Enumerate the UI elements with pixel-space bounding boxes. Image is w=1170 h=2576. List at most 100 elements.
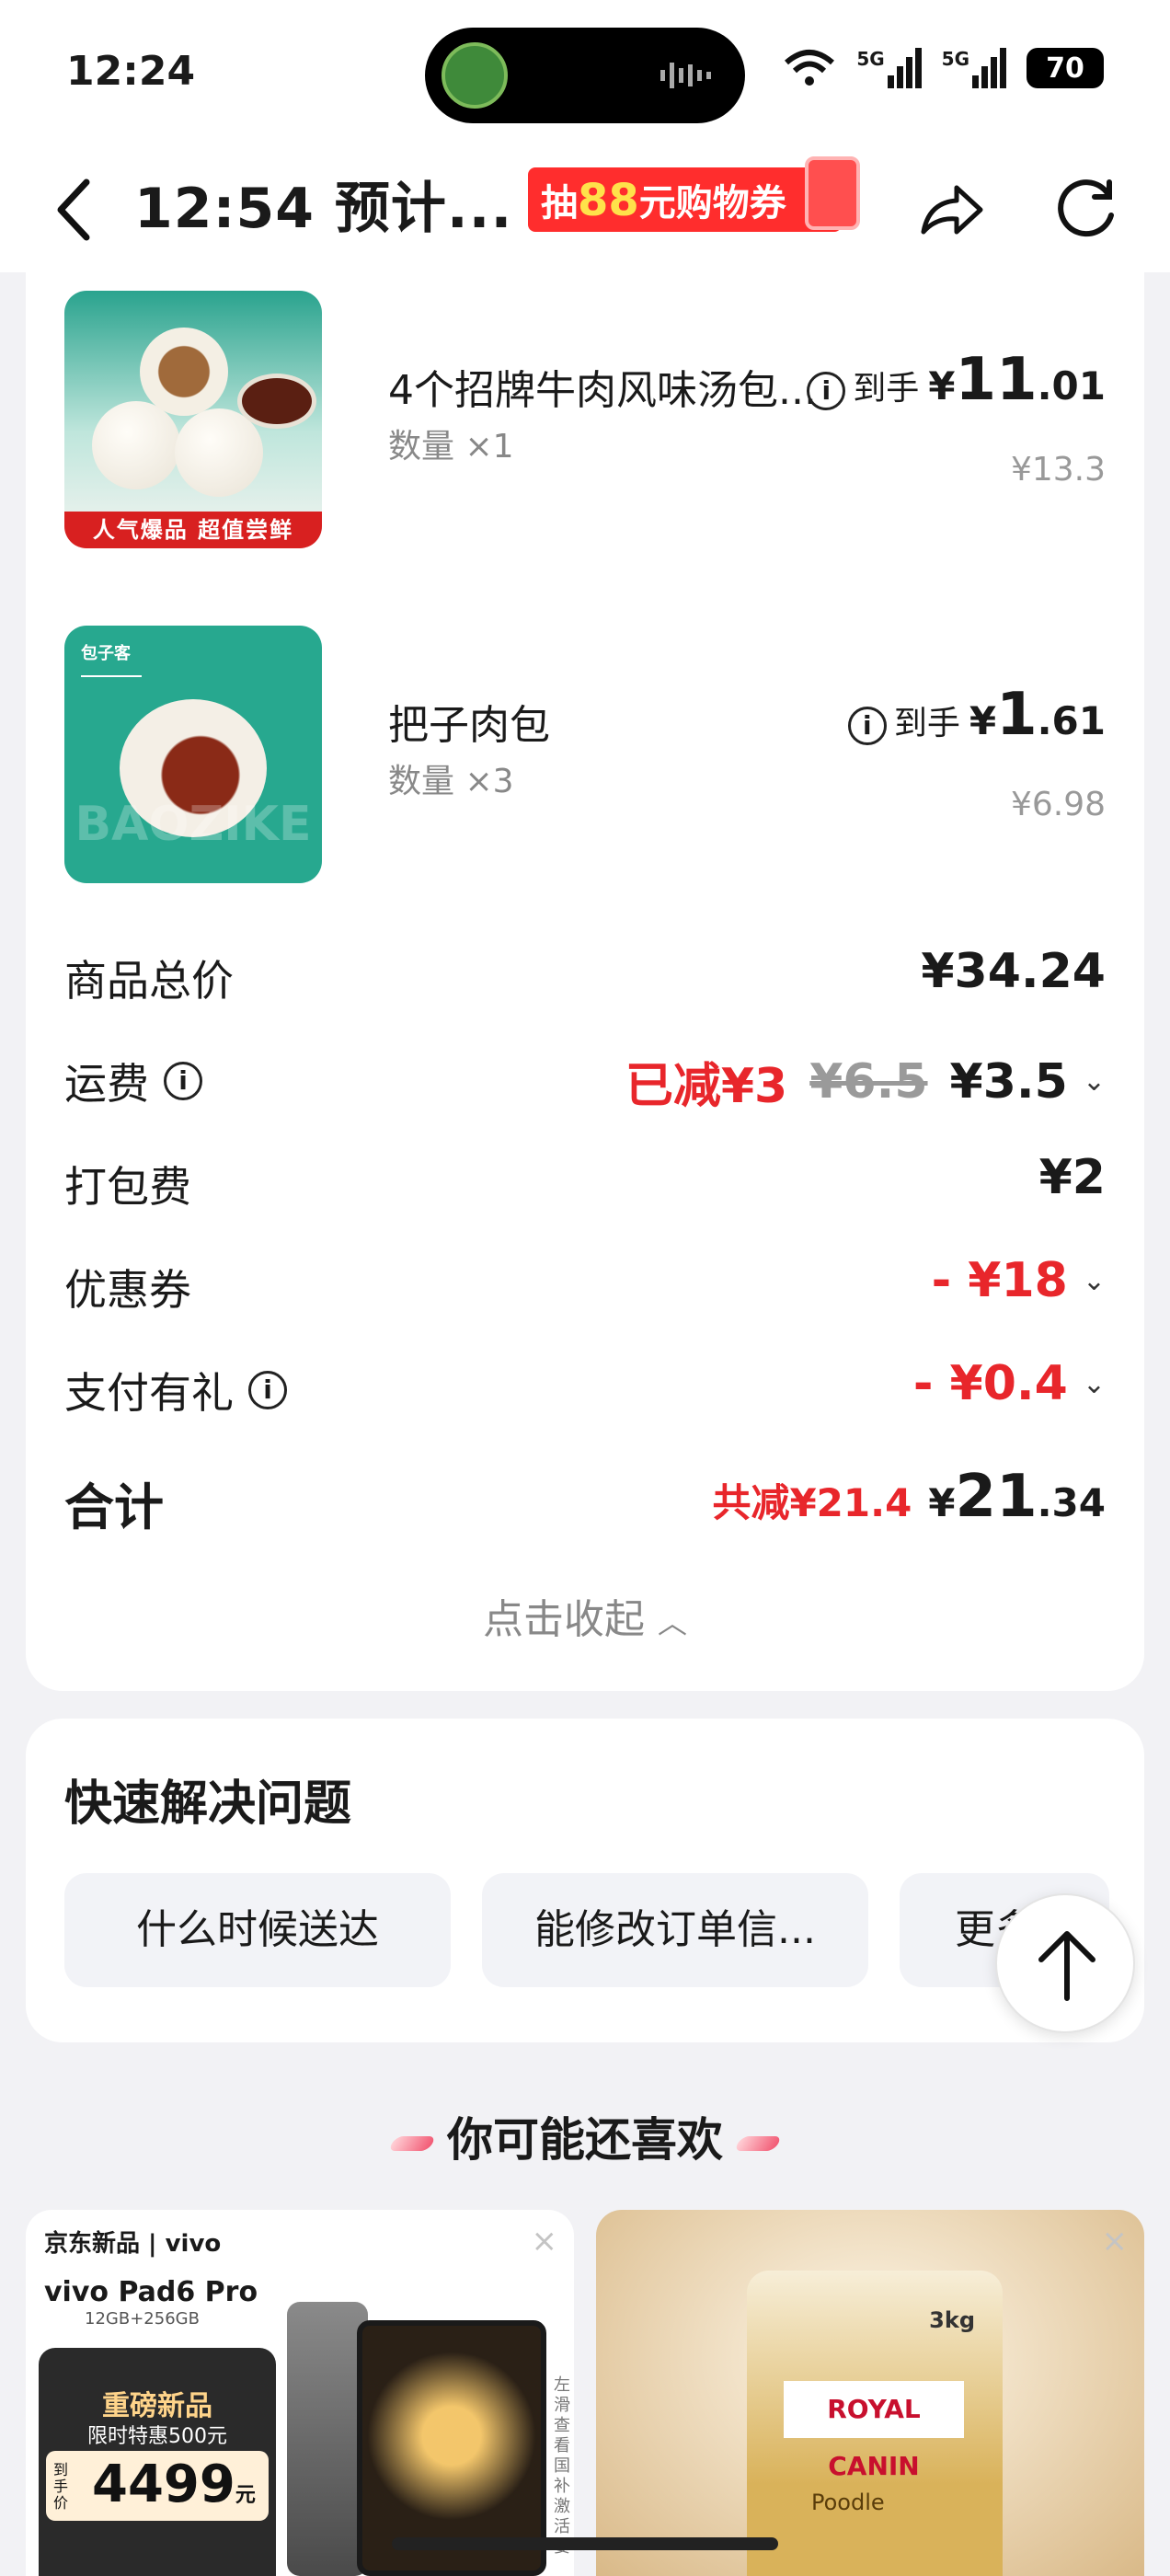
ad-brand: 京东新品 | vivo — [44, 2230, 222, 2258]
close-icon[interactable]: × — [1102, 2223, 1129, 2260]
navbar: 12:54 预计... 抽88元购物券 — [0, 147, 1170, 272]
price-prefix: 到手 — [893, 705, 960, 742]
recommend-title: 你可能还喜欢 — [0, 2103, 1170, 2169]
status-time: 12:24 — [66, 48, 196, 95]
chevron-down-icon: ⌄ — [1082, 1065, 1106, 1098]
packing-fee-row: 打包费 ¥2 — [64, 1143, 1106, 1216]
delivery-fee-value: ¥3.5 — [949, 1053, 1068, 1110]
signal-icon: 5G — [856, 48, 922, 88]
goods-total-label: 商品总价 — [64, 956, 234, 1006]
promo-suffix: 元购物券 — [638, 182, 786, 224]
price-integer: 1 — [996, 681, 1038, 749]
close-icon[interactable]: × — [532, 2223, 558, 2260]
currency-symbol: ¥ — [969, 698, 997, 743]
product-image: 包子客 BAOZIKE — [64, 626, 322, 883]
product-image: 人气爆品 超值尝鲜 — [64, 291, 322, 548]
total-saved: 共减¥21.4 — [712, 1480, 912, 1525]
tablet-image — [287, 2302, 368, 2576]
image-watermark: BAOZIKE — [75, 797, 312, 852]
item-quantity: 数量 ×3 — [388, 763, 514, 800]
order-item[interactable]: 人气爆品 超值尝鲜 4个招牌牛肉风味汤包... 数量 ×1 i 到手 ¥ 11 … — [64, 291, 1106, 548]
promo-box: 重磅新品 限时特惠500元 到手价 4499元 — [39, 2348, 276, 2576]
side-hint: 左滑查看国补激活要 — [554, 2375, 570, 2557]
delivery-fee-label: 运费 — [64, 1059, 149, 1109]
info-icon[interactable]: i — [164, 1062, 202, 1100]
item-original-price: ¥13.3 — [1010, 451, 1106, 489]
price-decimal: .01 — [1037, 363, 1106, 408]
signal-label: 5G — [856, 48, 885, 70]
pay-gift-value: - ¥0.4 — [912, 1356, 1068, 1411]
share-icon[interactable] — [916, 175, 986, 245]
item-final-price: i 到手 ¥ 11 .01 — [807, 346, 1106, 414]
coupon-label: 优惠券 — [64, 1265, 191, 1315]
coupon-value: - ¥18 — [931, 1253, 1068, 1308]
price-integer: 11 — [955, 346, 1038, 414]
item-quantity: 数量 ×1 — [388, 428, 514, 466]
image-banner: 人气爆品 超值尝鲜 — [64, 512, 322, 548]
collapse-button[interactable]: 点击收起 ︿ — [26, 1586, 1144, 1645]
chevron-down-icon: ⌄ — [1082, 1264, 1106, 1297]
home-indicator[interactable] — [392, 2537, 778, 2550]
collapse-label: 点击收起 — [482, 1596, 645, 1643]
order-detail-card: 人气爆品 超值尝鲜 4个招牌牛肉风味汤包... 数量 ×1 i 到手 ¥ 11 … — [26, 272, 1144, 1691]
recommend-card[interactable]: 京东新品 | vivo × vivo Pad6 Pro 12GB+256GB 重… — [26, 2210, 574, 2576]
delivery-fee-row[interactable]: 运费 i 已减¥3 ¥6.5 ¥3.5 ⌄ — [64, 1040, 1106, 1115]
quick-help-card: 快速解决问题 什么时候送达 能修改订单信... 更多 — [26, 1719, 1144, 2042]
total-row: 合计 共减¥21.4 ¥ 21 .34 — [64, 1455, 1106, 1544]
recommend-card[interactable]: × 3kg ROYAL CANIN Poodle — [596, 2210, 1144, 2576]
product-price: 4499元 — [92, 2455, 256, 2514]
product-name: vivo Pad6 Pro — [44, 2276, 258, 2308]
product-spec: 12GB+256GB — [85, 2309, 200, 2329]
wifi-icon — [785, 50, 835, 86]
quick-help-button[interactable]: 能修改订单信... — [482, 1873, 868, 1987]
total-decimal: .34 — [1037, 1480, 1106, 1525]
item-name: 把子肉包 — [388, 702, 550, 749]
info-icon[interactable]: i — [847, 707, 887, 745]
recommend-title-text: 你可能还喜欢 — [447, 2113, 723, 2167]
bag-kind: Poodle — [811, 2490, 885, 2515]
delivery-original-fee: ¥6.5 — [809, 1053, 928, 1110]
item-name: 4个招牌牛肉风味汤包... — [388, 367, 817, 414]
page-title: 12:54 预计... — [134, 177, 513, 241]
status-bar: 12:24 5G 5G 70 — [0, 0, 1170, 147]
refresh-icon[interactable] — [1052, 175, 1122, 245]
item-final-price: i 到手 ¥ 1 .61 — [847, 681, 1106, 749]
chevron-up-icon: ︿ — [657, 1605, 687, 1640]
bag-weight: 3kg — [929, 2307, 975, 2333]
back-icon[interactable] — [48, 173, 103, 247]
quick-help-title: 快速解决问题 — [64, 1777, 352, 1832]
packing-fee-label: 打包费 — [64, 1162, 191, 1212]
packing-fee-value: ¥2 — [1038, 1150, 1106, 1205]
coupon-promo-banner[interactable]: 抽88元购物券 — [528, 156, 860, 232]
signal-icon: 5G — [942, 48, 1006, 88]
goods-total-value: ¥34.24 — [921, 944, 1106, 999]
coupon-row[interactable]: 优惠券 - ¥18 ⌄ — [64, 1246, 1106, 1319]
price-decimal: .61 — [1037, 698, 1106, 743]
info-icon[interactable]: i — [248, 1371, 287, 1409]
quick-help-button[interactable]: 什么时候送达 — [64, 1873, 451, 1987]
price-prefix: 到手 — [853, 370, 920, 408]
pay-gift-row[interactable]: 支付有礼 i - ¥0.4 ⌄ — [64, 1349, 1106, 1422]
gift-icon — [804, 156, 860, 230]
pay-gift-label: 支付有礼 — [64, 1368, 234, 1418]
promo-prefix: 抽 — [541, 182, 578, 224]
chevron-down-icon: ⌄ — [1082, 1367, 1106, 1400]
back-to-top-button[interactable] — [995, 1893, 1135, 2033]
currency-symbol: ¥ — [928, 1480, 956, 1525]
battery-icon: 70 — [1027, 48, 1104, 88]
order-item[interactable]: 包子客 BAOZIKE 把子肉包 数量 ×3 i 到手 ¥ 1 .61 ¥6.9… — [64, 626, 1106, 883]
price-box: 到手价 4499元 — [46, 2451, 269, 2521]
app-avatar-icon — [442, 42, 508, 109]
info-icon[interactable]: i — [807, 372, 846, 410]
dynamic-island[interactable] — [425, 28, 745, 123]
promo-subtag: 限时特惠500元 — [87, 2425, 227, 2448]
goods-total-row: 商品总价 ¥34.24 — [64, 937, 1106, 1010]
decor-icon — [387, 2135, 437, 2151]
delivery-discount: 已减¥3 — [625, 1059, 788, 1114]
total-label: 合计 — [64, 1478, 164, 1536]
decor-icon — [733, 2135, 783, 2151]
status-icons: 5G 5G 70 — [783, 48, 1104, 88]
price-label: 到手价 — [53, 2461, 69, 2512]
pet-food-image: 3kg ROYAL CANIN Poodle — [747, 2271, 1003, 2576]
promo-amount: 88 — [578, 175, 639, 226]
